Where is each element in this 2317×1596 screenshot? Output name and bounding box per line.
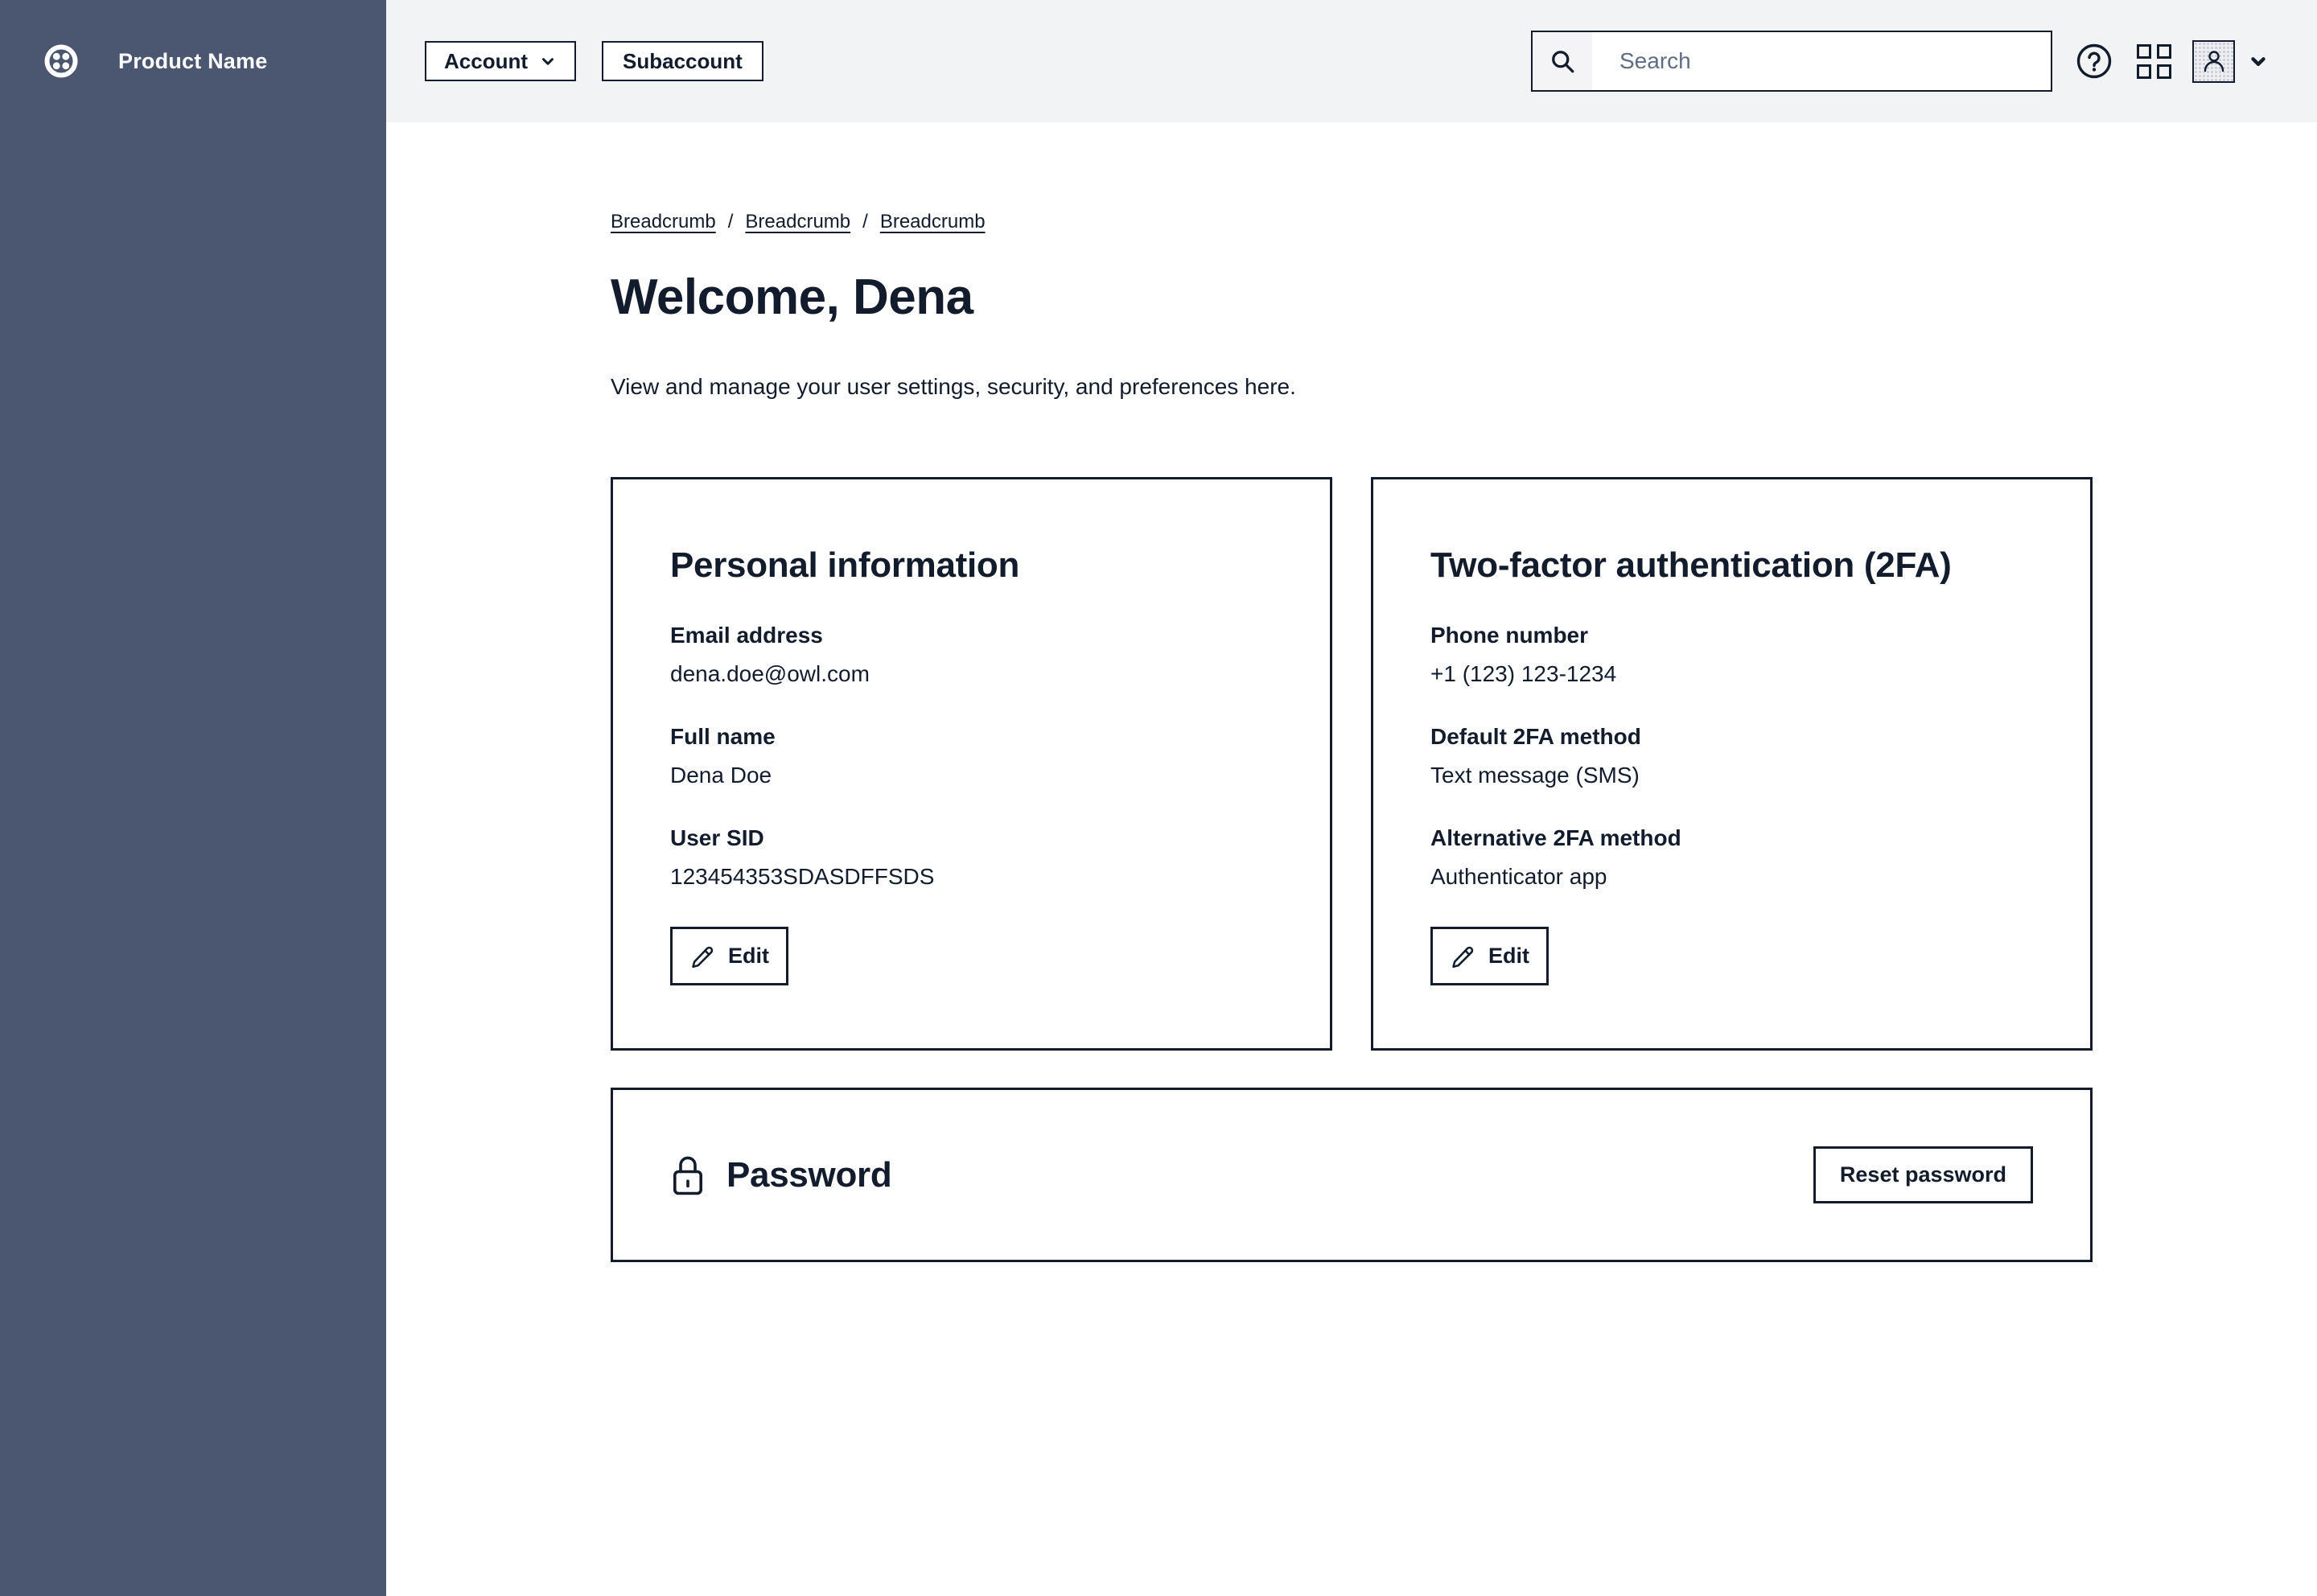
default-2fa-value: Text message (SMS): [1430, 763, 2032, 788]
default-2fa-label: Default 2FA method: [1430, 724, 2032, 750]
edit-two-factor-button[interactable]: Edit: [1430, 927, 1549, 985]
pencil-icon: [689, 944, 715, 969]
chevron-down-icon: [539, 52, 557, 70]
edit-button-label: Edit: [728, 944, 769, 969]
default-2fa-field-group: Default 2FA method Text message (SMS): [1430, 724, 2032, 788]
reset-password-label: Reset password: [1840, 1162, 2006, 1187]
email-value: dena.doe@owl.com: [670, 661, 1272, 687]
chevron-down-icon: [2248, 51, 2269, 72]
user-avatar-icon: [2200, 47, 2229, 76]
product-home-link[interactable]: Product Name: [0, 0, 386, 78]
full-name-label: Full name: [670, 724, 1272, 750]
user-menu-expand-button[interactable]: [2245, 47, 2272, 75]
page-title: Welcome, Dena: [611, 269, 2093, 326]
product-name-label: Product Name: [118, 49, 267, 74]
two-factor-title: Two-factor authentication (2FA): [1430, 545, 2032, 586]
search-input[interactable]: [1592, 32, 2051, 90]
password-card: Password Reset password: [611, 1088, 2093, 1262]
email-label: Email address: [670, 623, 1272, 648]
user-sid-label: User SID: [670, 825, 1272, 851]
page-subtitle: View and manage your user settings, secu…: [611, 374, 2093, 400]
user-sid-field-group: User SID 123454353SDASDFFSDS: [670, 825, 1272, 890]
account-menu-button[interactable]: Account: [425, 41, 576, 81]
alternative-2fa-field-group: Alternative 2FA method Authenticator app: [1430, 825, 2032, 890]
search-box: [1531, 31, 2052, 92]
subaccount-button[interactable]: Subaccount: [602, 41, 763, 81]
pencil-icon: [1450, 944, 1475, 969]
alternative-2fa-label: Alternative 2FA method: [1430, 825, 2032, 851]
breadcrumb: Breadcrumb / Breadcrumb / Breadcrumb: [611, 211, 2093, 233]
help-button[interactable]: [2073, 40, 2115, 82]
full-name-value: Dena Doe: [670, 763, 1272, 788]
topbar: Account Subaccount: [386, 0, 2317, 122]
breadcrumb-link-2[interactable]: Breadcrumb: [745, 211, 850, 233]
help-icon: [2076, 43, 2113, 80]
phone-number-label: Phone number: [1430, 623, 2032, 648]
main-content: Breadcrumb / Breadcrumb / Breadcrumb Wel…: [386, 122, 2317, 1596]
reset-password-button[interactable]: Reset password: [1813, 1146, 2033, 1203]
phone-number-value: +1 (123) 123-1234: [1430, 661, 2032, 687]
email-field-group: Email address dena.doe@owl.com: [670, 623, 1272, 687]
product-logo-icon: [44, 44, 78, 78]
personal-information-title: Personal information: [670, 545, 1272, 586]
password-title: Password: [726, 1155, 891, 1195]
edit-button-label: Edit: [1488, 944, 1529, 969]
personal-information-card: Personal information Email address dena.…: [611, 477, 1332, 1051]
breadcrumb-separator: /: [862, 211, 868, 233]
search-icon: [1533, 32, 1592, 90]
two-factor-card: Two-factor authentication (2FA) Phone nu…: [1371, 477, 2093, 1051]
edit-personal-information-button[interactable]: Edit: [670, 927, 788, 985]
user-avatar-button[interactable]: [2192, 40, 2235, 83]
user-sid-value: 123454353SDASDFFSDS: [670, 864, 1272, 890]
account-menu-label: Account: [444, 49, 528, 74]
breadcrumb-link-3[interactable]: Breadcrumb: [880, 211, 986, 233]
app-launcher-button[interactable]: [2133, 40, 2175, 82]
phone-number-field-group: Phone number +1 (123) 123-1234: [1430, 623, 2032, 687]
lock-icon: [670, 1154, 706, 1197]
breadcrumb-link-1[interactable]: Breadcrumb: [611, 211, 716, 233]
full-name-field-group: Full name Dena Doe: [670, 724, 1272, 788]
sidebar: Product Name: [0, 0, 386, 1596]
grid-icon: [2137, 44, 2171, 79]
subaccount-label: Subaccount: [623, 49, 743, 74]
alternative-2fa-value: Authenticator app: [1430, 864, 2032, 890]
breadcrumb-separator: /: [728, 211, 734, 233]
